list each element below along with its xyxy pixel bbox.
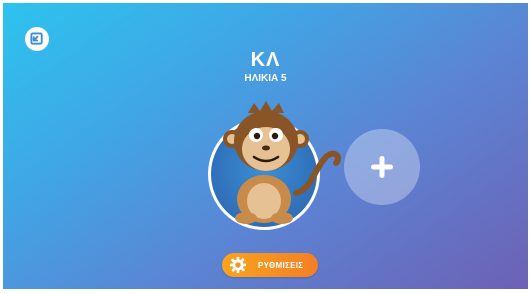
profile-age: ΗΛΙΚΙΑ 5 xyxy=(244,73,287,84)
monkey-avatar-icon xyxy=(223,101,342,224)
add-profile-button[interactable] xyxy=(344,129,420,205)
profile-avatar[interactable] xyxy=(208,101,342,230)
exit-button[interactable] xyxy=(25,27,49,51)
exit-icon xyxy=(29,31,43,45)
profile-screen: ΚΛ ΗΛΙΚΙΑ 5 ΡΥΘΜΙΣΕΙΣ xyxy=(3,3,528,289)
settings-button[interactable]: ΡΥΘΜΙΣΕΙΣ xyxy=(222,253,318,277)
plus-icon xyxy=(371,156,393,178)
settings-label: ΡΥΘΜΙΣΕΙΣ xyxy=(258,260,304,270)
gear-icon xyxy=(229,256,247,274)
profile-name: ΚΛ xyxy=(250,49,281,71)
